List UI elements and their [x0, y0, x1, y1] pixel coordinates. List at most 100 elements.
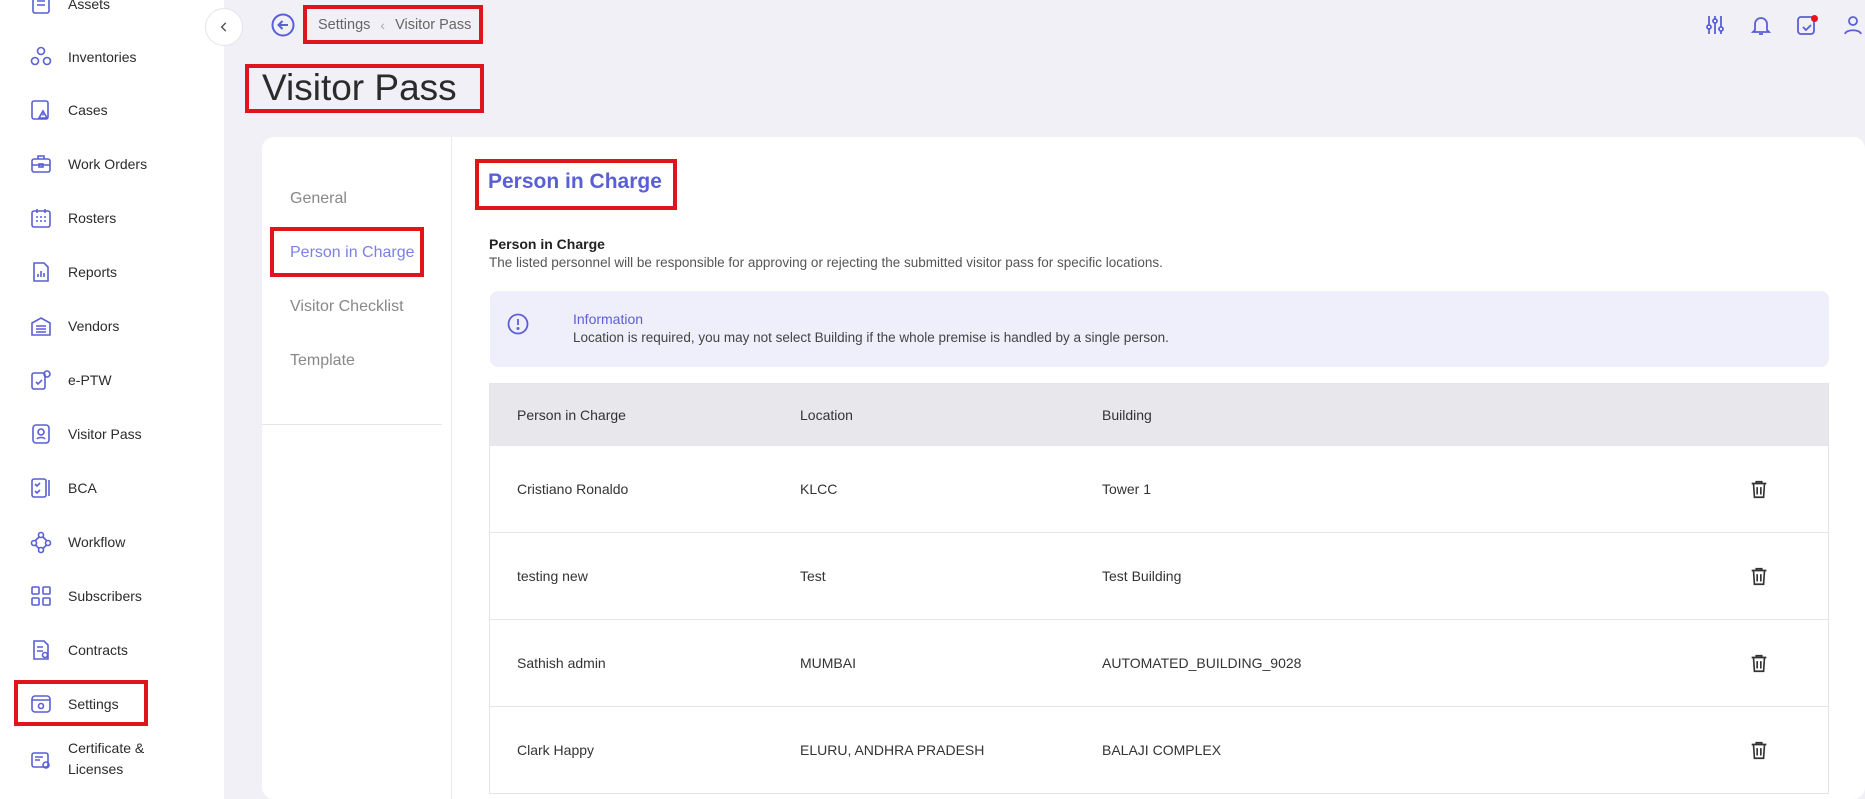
info-icon	[506, 312, 530, 336]
cell-person: Clark Happy	[517, 742, 595, 758]
cell-location: ELURU, ANDHRA PRADESH	[800, 742, 985, 758]
sidebar-item-label: Work Orders	[68, 155, 148, 172]
column-header-location: Location	[800, 406, 853, 423]
cell-building: AUTOMATED_BUILDING_9028	[1102, 655, 1302, 671]
section-title: Person in Charge	[488, 170, 662, 193]
delete-row-button[interactable]	[1748, 478, 1770, 500]
sidebar-item-label-line2: Licenses	[68, 761, 124, 777]
person-in-charge-table: Person in Charge Location Building Crist…	[489, 383, 1829, 794]
cell-building: Tower 1	[1102, 481, 1152, 497]
sidebar-item-workflow[interactable]: Workflow	[0, 518, 224, 566]
sidebar-item-visitor-pass[interactable]: Visitor Pass	[0, 410, 224, 458]
sidebar-item-label: Contracts	[68, 641, 128, 658]
certificate-icon	[29, 749, 53, 773]
subnav-highlight-box	[270, 227, 424, 277]
arrow-left-circle-icon	[271, 13, 295, 37]
trash-icon	[1751, 741, 1767, 760]
sidebar-item-cases[interactable]: Cases	[0, 86, 224, 134]
sidebar-item-label: Inventories	[68, 48, 137, 65]
filter-sliders-icon[interactable]	[1703, 13, 1727, 37]
column-header-person: Person in Charge	[517, 406, 626, 423]
reports-icon	[29, 260, 53, 284]
sidebar-item-label: Workflow	[68, 533, 126, 550]
cell-person: Cristiano Ronaldo	[517, 481, 629, 497]
sidebar-item-label: Rosters	[68, 209, 117, 226]
work-orders-icon	[29, 152, 53, 176]
breadcrumb-current: Visitor Pass	[395, 16, 472, 33]
collapse-sidebar-button[interactable]	[205, 8, 243, 46]
delete-row-button[interactable]	[1748, 565, 1770, 587]
sidebar-item-label-line1: Certificate &	[68, 740, 145, 756]
inventories-icon	[29, 45, 53, 69]
sidebar-item-label: Cases	[68, 101, 108, 118]
visitor-pass-icon	[29, 422, 53, 446]
sidebar-item-label: Assets	[68, 0, 111, 12]
sidebar-item-contracts[interactable]: Contracts	[0, 626, 224, 674]
table-row: Clark Happy ELURU, ANDHRA PRADESH BALAJI…	[490, 706, 1828, 793]
assets-icon	[29, 0, 53, 16]
settings-subnav: General Person in Charge Visitor Checkli…	[262, 137, 452, 799]
workflow-icon	[29, 530, 53, 554]
sidebar-item-assets[interactable]: Assets	[0, 0, 224, 28]
sidebar-item-label: e-PTW	[68, 371, 112, 388]
sidebar-item-vendors[interactable]: Vendors	[0, 302, 224, 350]
subnav-item-general[interactable]: General	[290, 189, 347, 209]
breadcrumb: Settings ‹ Visitor Pass	[303, 5, 483, 44]
bell-icon[interactable]	[1749, 13, 1773, 37]
subscribers-icon	[29, 584, 53, 608]
eptw-icon	[29, 368, 53, 392]
back-button[interactable]	[270, 12, 296, 38]
delete-row-button[interactable]	[1748, 652, 1770, 674]
sidebar-item-certificate-licenses[interactable]: Certificate & Licenses	[0, 736, 224, 786]
cell-person: testing new	[517, 568, 588, 584]
user-profile-icon[interactable]	[1841, 13, 1865, 37]
subnav-item-visitor-checklist[interactable]: Visitor Checklist	[290, 297, 404, 317]
column-header-building: Building	[1102, 406, 1152, 423]
cases-icon	[29, 98, 53, 122]
chevron-left-icon: ‹	[380, 16, 386, 33]
info-text: Location is required, you may not select…	[573, 330, 1169, 345]
table-row: testing new Test Test Building	[490, 532, 1828, 619]
sidebar-item-label: BCA	[68, 479, 97, 496]
section-heading: Person in Charge	[489, 236, 605, 252]
notification-dot	[1811, 15, 1818, 22]
sidebar-item-reports[interactable]: Reports	[0, 248, 224, 296]
sidebar-item-bca[interactable]: BCA	[0, 464, 224, 512]
trash-icon	[1751, 654, 1767, 673]
sidebar-item-label: Reports	[68, 263, 118, 280]
info-title: Information	[573, 311, 644, 327]
section-description: The listed personnel will be responsible…	[489, 255, 1163, 270]
trash-icon	[1751, 567, 1767, 586]
cell-location: KLCC	[800, 481, 838, 497]
settings-highlight-box	[14, 680, 148, 726]
trash-icon	[1751, 480, 1767, 499]
cell-person: Sathish admin	[517, 655, 606, 671]
top-toolbar	[1703, 13, 1865, 37]
page-title: Visitor Pass	[262, 67, 457, 108]
table-header: Person in Charge Location Building	[490, 384, 1828, 445]
cell-building: Test Building	[1102, 568, 1182, 584]
tasks-icon[interactable]	[1795, 13, 1819, 37]
sidebar-item-inventories[interactable]: Inventories	[0, 33, 224, 81]
chevron-left-icon	[220, 22, 227, 32]
sidebar-item-work-orders[interactable]: Work Orders	[0, 140, 224, 188]
vendors-icon	[29, 314, 53, 338]
contracts-icon	[29, 638, 53, 662]
breadcrumb-settings-link[interactable]: Settings	[318, 17, 370, 33]
rosters-icon	[29, 206, 53, 230]
cell-location: MUMBAI	[800, 655, 856, 671]
divider	[262, 424, 442, 425]
sidebar: Assets Inventories Cases Work Orders Ros…	[0, 0, 224, 799]
sidebar-item-label: Subscribers	[68, 587, 142, 604]
delete-row-button[interactable]	[1748, 739, 1770, 761]
sidebar-item-label: Vendors	[68, 317, 120, 334]
subnav-item-template[interactable]: Template	[290, 351, 355, 371]
sidebar-item-subscribers[interactable]: Subscribers	[0, 572, 224, 620]
sidebar-item-rosters[interactable]: Rosters	[0, 194, 224, 242]
sidebar-item-label: Visitor Pass	[68, 425, 142, 442]
cell-building: BALAJI COMPLEX	[1102, 742, 1222, 758]
table-row: Cristiano Ronaldo KLCC Tower 1	[490, 445, 1828, 532]
sidebar-item-eptw[interactable]: e-PTW	[0, 356, 224, 404]
table-row: Sathish admin MUMBAI AUTOMATED_BUILDING_…	[490, 619, 1828, 706]
information-banner: Information Location is required, you ma…	[490, 291, 1829, 367]
